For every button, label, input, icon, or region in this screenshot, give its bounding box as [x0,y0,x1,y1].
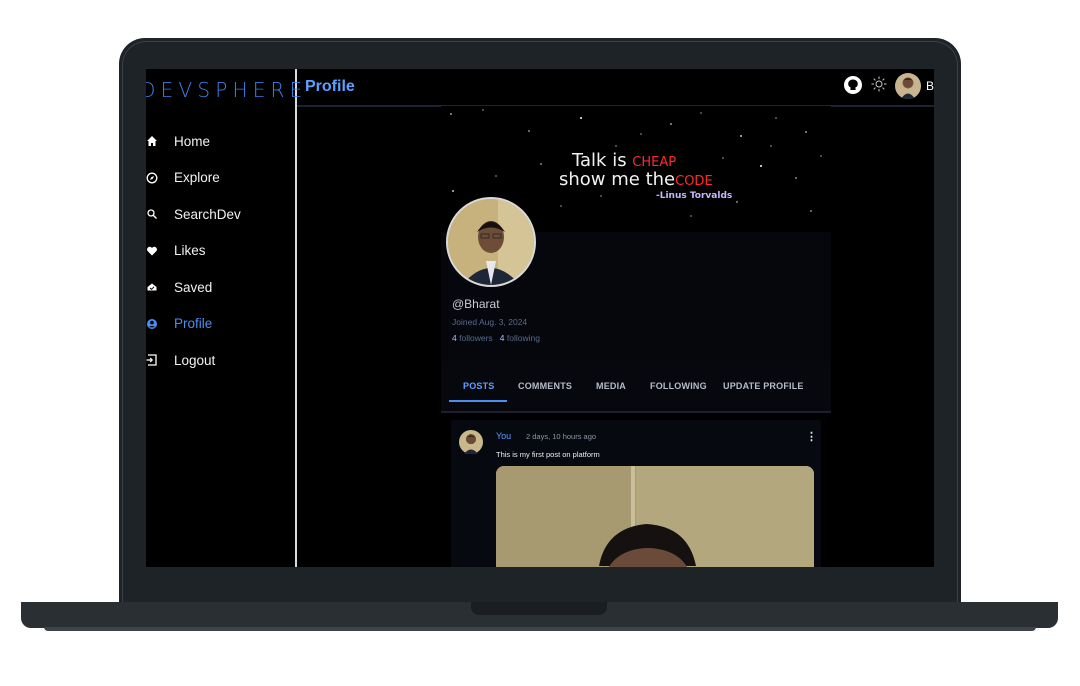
active-tab-indicator [449,400,507,402]
following-link[interactable]: 4 following [500,333,540,343]
sidebar-item-label: Profile [174,316,213,332]
tab-comments[interactable]: COMMENTS [518,381,572,391]
followers-link[interactable]: 4 followers [452,333,493,343]
sidebar-item-logout[interactable]: Logout [146,342,241,379]
sidebar-item-label: SearchDev [174,206,241,222]
post-image[interactable] [496,466,814,567]
sidebar-item-label: Likes [174,243,206,259]
user-icon [146,318,158,330]
page-title: Profile [305,78,355,95]
github-icon[interactable] [843,75,863,95]
top-bar: Profile B [297,69,934,107]
avatar[interactable] [895,73,921,99]
user-name[interactable]: B [926,79,934,93]
logout-icon [146,354,158,366]
compass-icon [146,172,158,184]
laptop-foot [44,627,1036,631]
banner-quote-author: -Linus Torvalds [656,191,733,201]
laptop-notch [471,602,607,615]
sidebar-item-saved[interactable]: Saved [146,269,241,306]
follow-stats: 4 followers 4 following [452,333,540,343]
post-timestamp: 2 days, 10 hours ago [526,432,597,441]
sidebar-item-label: Logout [174,352,216,368]
tab-following[interactable]: FOLLOWING [650,381,707,391]
heart-icon [146,245,158,257]
post-options-icon[interactable]: ⋮ [806,430,817,443]
profile-avatar[interactable] [446,197,536,287]
sidebar-item-home[interactable]: Home [146,123,241,160]
tab-update-profile[interactable]: UPDATE PROFILE [723,381,804,391]
sidebar-item-profile[interactable]: Profile [146,306,241,343]
post-author[interactable]: You [496,431,511,441]
joined-date: Joined Aug. 3, 2024 [452,317,528,327]
profile-handle: @Bharat [452,297,500,311]
sidebar-item-likes[interactable]: Likes [146,233,241,270]
sidebar-item-searchdev[interactable]: SearchDev [146,196,241,233]
brand-logo[interactable]: DEVSPHERE [146,78,307,102]
sidebar-item-explore[interactable]: Explore [146,160,241,197]
app-screen: DEVSPHERE Home Explore SearchDev Likes S… [146,69,934,567]
tab-media[interactable]: MEDIA [596,381,626,391]
saved-icon [146,281,158,293]
tab-posts[interactable]: POSTS [463,381,495,391]
theme-toggle-sun-icon[interactable] [870,75,888,93]
sidebar-item-label: Explore [174,170,220,186]
sidebar-item-label: Saved [174,279,213,295]
search-icon [146,208,158,220]
profile-tabs: POSTS COMMENTS MEDIA FOLLOWING UPDATE PR… [441,361,831,413]
post-author-avatar[interactable] [459,430,483,454]
post-card[interactable]: You 2 days, 10 hours ago ⋮ This is my fi… [451,420,821,567]
post-text: This is my first post on platform [496,450,600,459]
banner-quote-line1: Talk is CHEAP [572,150,677,171]
sidebar-item-label: Home [174,133,211,149]
sidebar: DEVSPHERE Home Explore SearchDev Likes S… [146,69,302,567]
home-icon [146,135,158,147]
banner-quote-line2: show me theCODE [559,169,713,190]
sidebar-nav: Home Explore SearchDev Likes Saved Profi… [146,123,241,379]
